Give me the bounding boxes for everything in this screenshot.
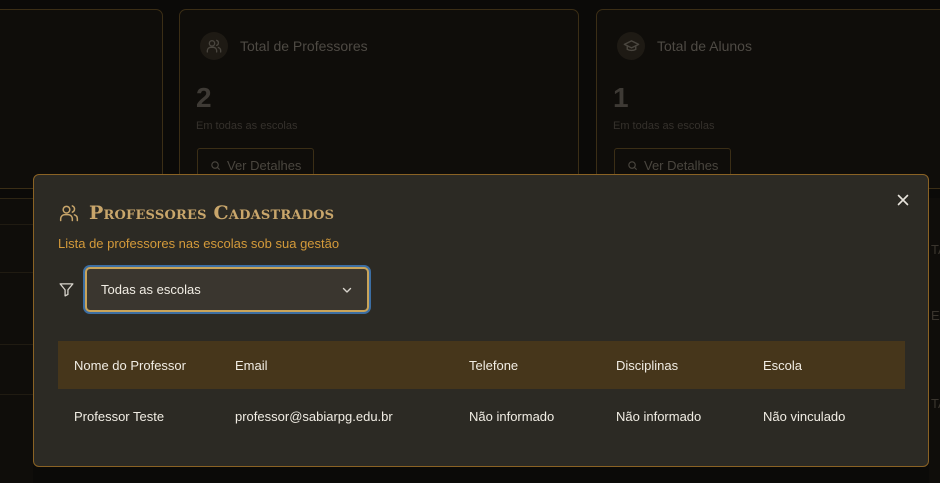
- column-header-email: Email: [235, 357, 268, 373]
- column-header-nome: Nome do Professor: [74, 357, 186, 373]
- close-icon: [897, 194, 909, 206]
- close-button[interactable]: [894, 191, 912, 209]
- divider: [0, 272, 33, 273]
- background-text: TA: [931, 242, 940, 257]
- card-title: Total de Professores: [240, 38, 368, 54]
- search-icon: [628, 160, 638, 170]
- column-header-telefone: Telefone: [469, 357, 519, 373]
- card-header: Total de Alunos: [617, 32, 752, 60]
- card-title: Total de Alunos: [657, 38, 752, 54]
- modal-title: Professores Cadastrados: [89, 202, 335, 224]
- professores-modal: Professores Cadastrados Lista de profess…: [33, 174, 929, 467]
- cell-telefone: Não informado: [469, 408, 555, 424]
- background-text: EV: [931, 308, 940, 323]
- professores-table: Nome do Professor Email Telefone Discipl…: [58, 341, 905, 443]
- card-value: 1: [613, 82, 629, 113]
- column-header-escola: Escola: [763, 357, 803, 373]
- modal-description: Lista de professores nas escolas sob sua…: [58, 236, 340, 251]
- divider: [0, 344, 33, 345]
- filter-row: Todas as escolas: [58, 267, 369, 312]
- stat-card-hidden: [0, 9, 163, 189]
- graduation-cap-icon: [617, 32, 645, 60]
- school-filter-select[interactable]: Todas as escolas: [85, 267, 369, 312]
- chevron-down-icon: [342, 287, 352, 293]
- cell-nome: Professor Teste: [74, 408, 165, 424]
- background-text: TA: [931, 396, 940, 411]
- cell-email: professor@sabiarpg.edu.br: [235, 408, 393, 424]
- table-header: Nome do Professor Email Telefone Discipl…: [58, 341, 905, 389]
- background-panel-left: [0, 198, 33, 483]
- divider: [0, 394, 33, 395]
- table-row: Professor Teste professor@sabiarpg.edu.b…: [58, 389, 905, 443]
- column-header-disciplinas: Disciplinas: [616, 357, 679, 373]
- stat-card-professores: Total de Professores 2 Em todas as escol…: [179, 9, 579, 189]
- page: Total de Professores 2 Em todas as escol…: [0, 0, 940, 483]
- filter-icon: [59, 283, 74, 297]
- users-icon: [200, 32, 228, 60]
- select-value: Todas as escolas: [101, 282, 201, 297]
- card-subtitle: Em todas as escolas: [613, 120, 715, 132]
- button-label: Ver Detalhes: [227, 157, 302, 173]
- divider: [0, 224, 33, 225]
- button-label: Ver Detalhes: [644, 157, 719, 173]
- card-subtitle: Em todas as escolas: [196, 120, 298, 132]
- card-value: 2: [196, 82, 212, 113]
- cell-escola: Não vinculado: [763, 408, 846, 424]
- cell-disciplinas: Não informado: [616, 408, 702, 424]
- card-header: Total de Professores: [200, 32, 368, 60]
- users-icon: [59, 205, 79, 222]
- background-panel-right: TA EV TA: [929, 198, 940, 483]
- stat-card-alunos: Total de Alunos 1 Em todas as escolas Ve…: [596, 9, 940, 189]
- modal-header: Professores Cadastrados: [59, 202, 334, 224]
- search-icon: [211, 160, 221, 170]
